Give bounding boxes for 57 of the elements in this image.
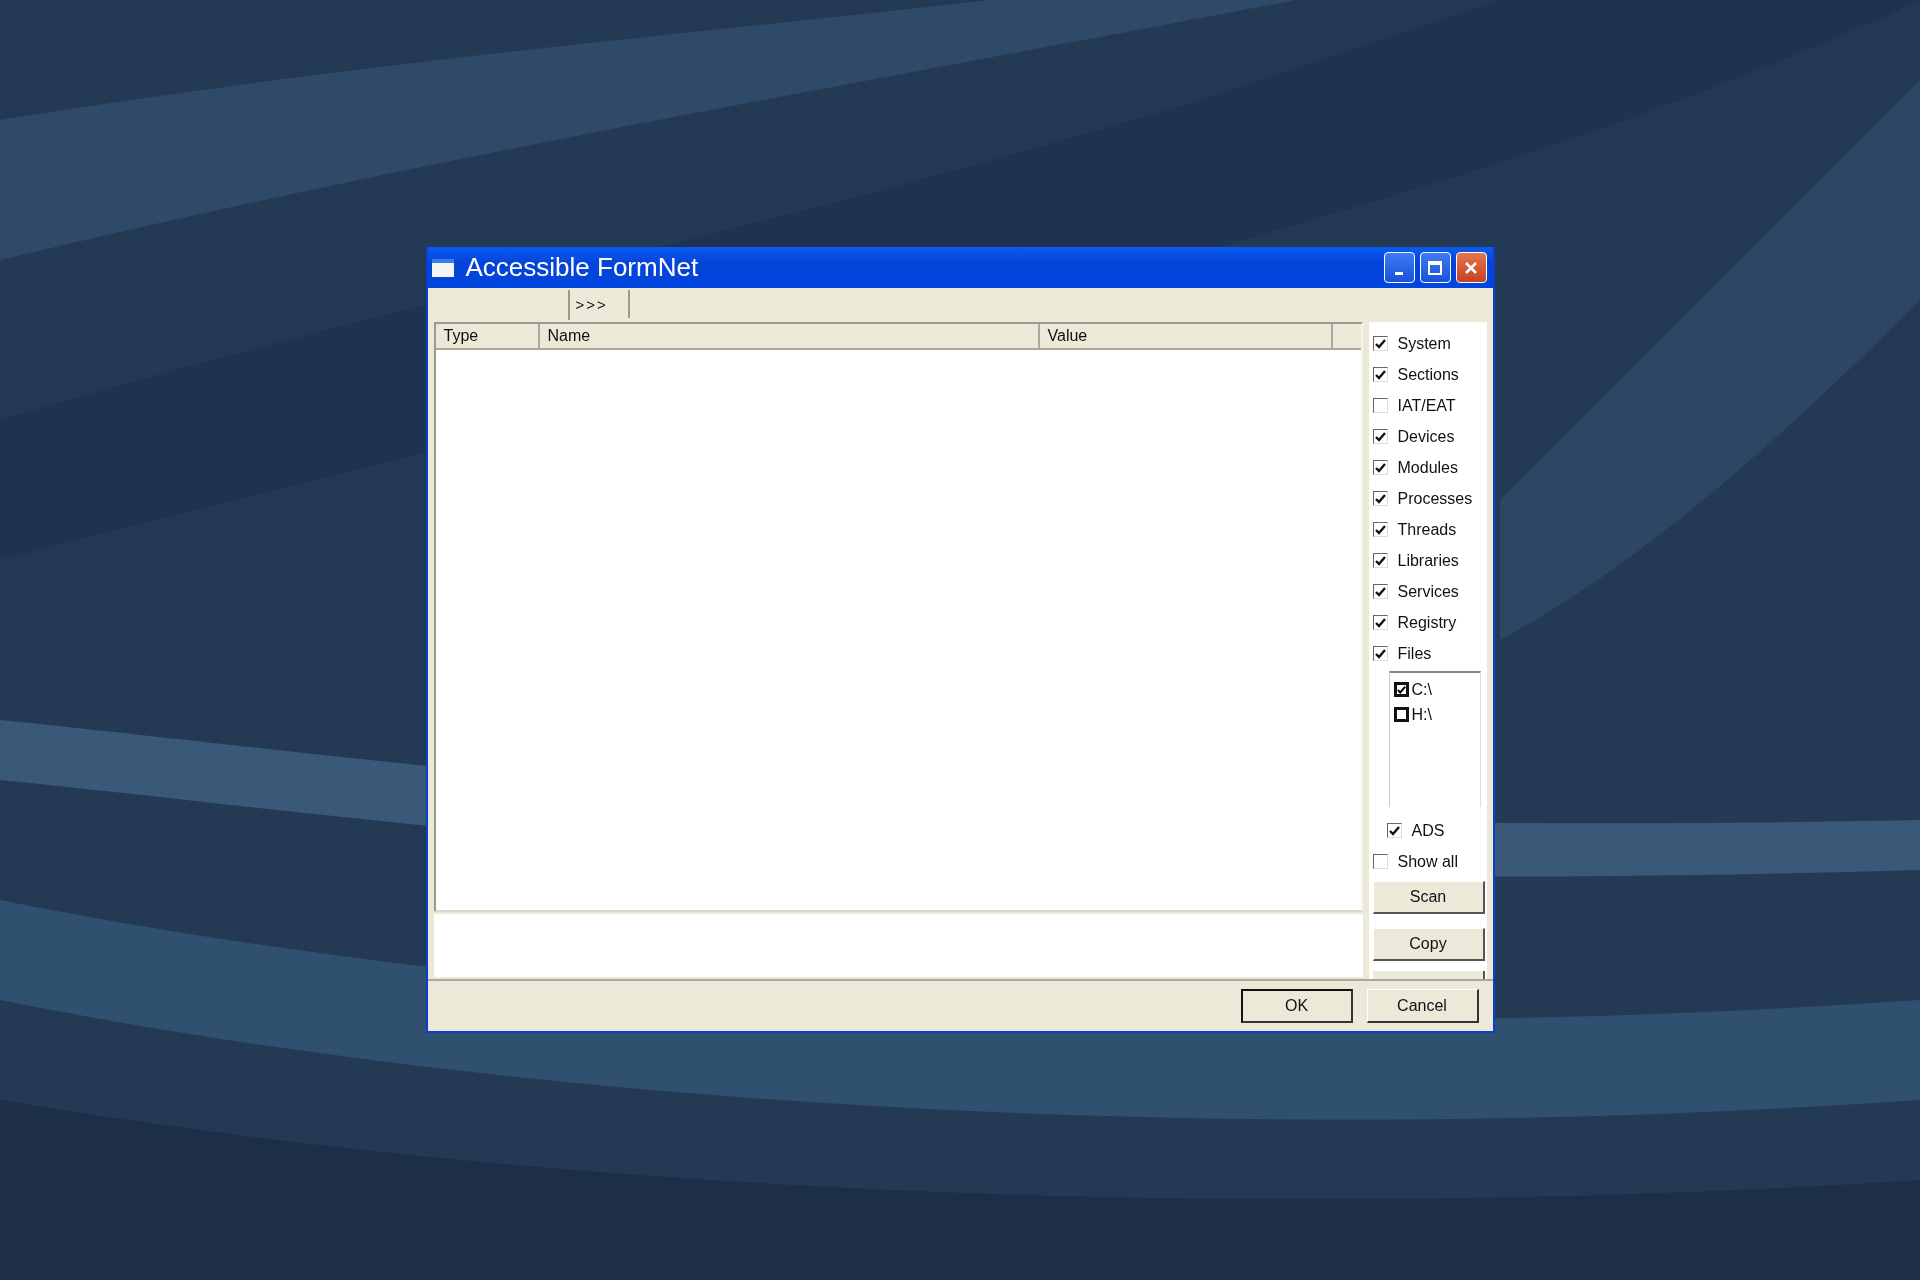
checkbox[interactable] [1386,823,1402,838]
window-icon [431,258,454,277]
checkbox[interactable] [1372,646,1388,661]
checkbox-label: System [1397,334,1451,353]
maximize-icon [1427,259,1443,276]
checkbox-label: Libraries [1397,551,1459,570]
checkmark-icon [1374,431,1386,442]
checkbox-label: Threads [1397,520,1457,539]
drive-label: C:\ [1411,680,1432,699]
checkbox[interactable] [1372,584,1388,599]
close-button[interactable] [1455,252,1487,284]
side-button[interactable]: Copy [1372,928,1485,961]
checkbox-label: Services [1397,582,1459,601]
dialog-button[interactable]: OK [1240,989,1353,1023]
side-button[interactable]: Scan [1372,881,1485,914]
checkbox-label: IAT/EAT [1397,396,1456,415]
minimize-button[interactable] [1383,252,1415,284]
column-header[interactable]: Name [539,324,1040,350]
drive-label: H:\ [1411,705,1432,724]
checkmark-icon [1374,338,1386,349]
checkbox[interactable] [1393,682,1409,697]
window-title: Accessible FormNet [465,252,700,284]
checkbox[interactable] [1372,553,1388,568]
checkmark-icon [1374,648,1386,659]
checkbox[interactable] [1372,367,1388,382]
checkbox[interactable] [1393,707,1409,722]
checkbox-label: Processes [1397,489,1473,508]
checkmark-icon [1374,462,1386,473]
checkbox[interactable] [1372,336,1388,351]
checkmark-icon [1374,524,1386,535]
checkbox[interactable] [1372,491,1388,506]
close-icon [1463,259,1479,276]
checkbox[interactable] [1372,615,1388,630]
checkbox[interactable] [1372,398,1388,413]
checkmark-icon [1388,825,1400,836]
checkmark-icon [1374,586,1386,597]
column-header[interactable]: Value [1039,324,1333,350]
maximize-button[interactable] [1419,252,1451,284]
checkmark-icon [1396,684,1406,695]
checkbox-label: Sections [1397,365,1459,384]
checkbox-label: Show all [1397,852,1458,871]
checkmark-icon [1374,493,1386,504]
column-header[interactable]: Type [435,324,540,350]
checkbox-label: Devices [1397,427,1455,446]
checkmark-icon [1374,369,1386,380]
dialog-button[interactable]: Cancel [1366,989,1479,1023]
checkbox[interactable] [1372,522,1388,537]
minimize-icon [1395,272,1403,276]
checkmark-icon [1374,617,1386,628]
checkbox[interactable] [1372,429,1388,444]
checkbox[interactable] [1372,854,1388,869]
checkmark-icon [1374,555,1386,566]
checkbox-label: Modules [1397,458,1458,477]
checkbox-label: ADS [1411,821,1445,840]
checkbox-label: Files [1397,644,1432,663]
checkbox[interactable] [1372,460,1388,475]
checkbox-label: Registry [1397,613,1457,632]
